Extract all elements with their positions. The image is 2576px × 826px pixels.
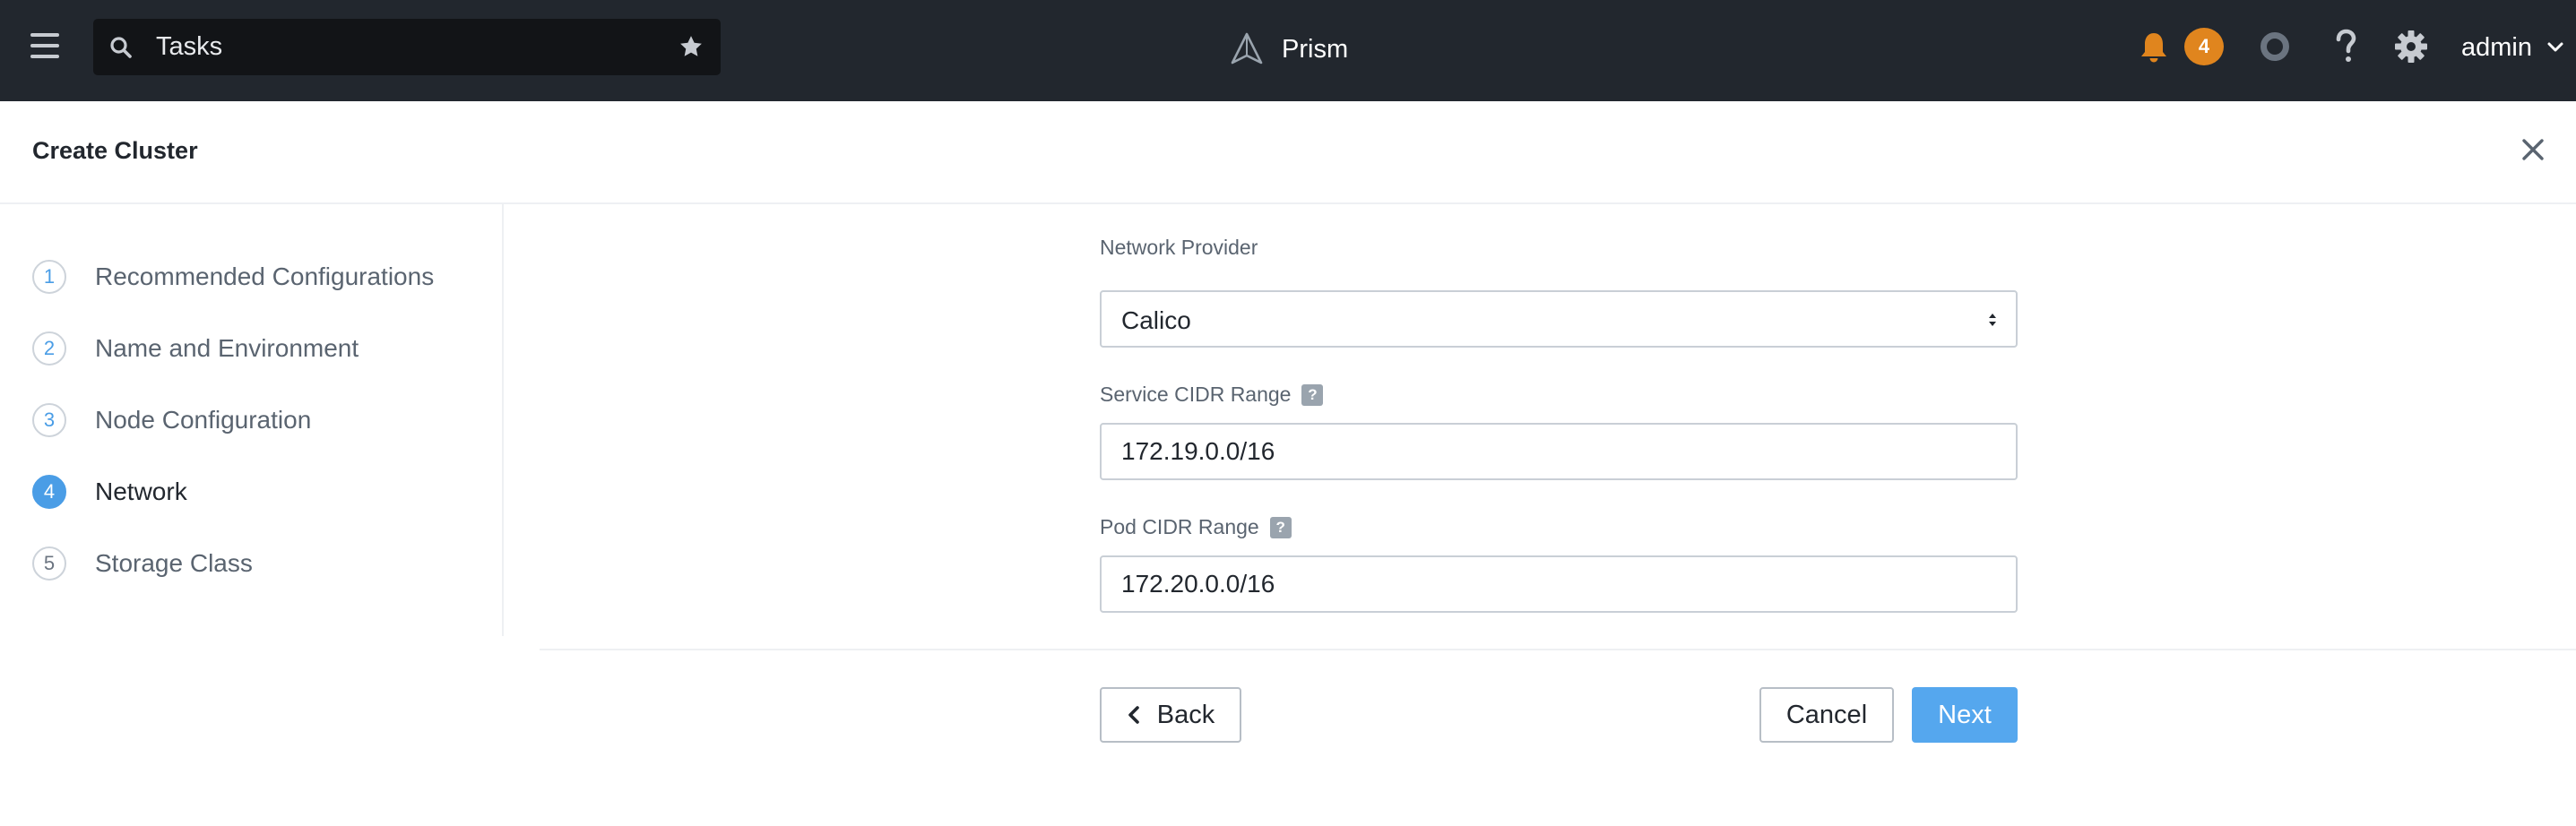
step-label: Name and Environment bbox=[95, 334, 359, 362]
user-menu[interactable]: admin bbox=[2461, 31, 2564, 64]
step-recommended-configurations[interactable]: 1 Recommended Configurations bbox=[32, 257, 434, 297]
cancel-button[interactable]: Cancel bbox=[1759, 687, 1894, 743]
pod-cidr-input[interactable] bbox=[1100, 555, 2018, 613]
step-number: 3 bbox=[32, 403, 66, 437]
service-cidr-label: Service CIDR Range ? bbox=[1100, 383, 1324, 407]
hamburger-menu-icon[interactable] bbox=[30, 33, 59, 60]
select-arrows-icon bbox=[1989, 314, 1996, 326]
step-number: 2 bbox=[32, 331, 66, 366]
step-node-configuration[interactable]: 3 Node Configuration bbox=[32, 400, 311, 440]
help-icon[interactable] bbox=[2330, 27, 2361, 66]
pod-cidr-label-text: Pod CIDR Range bbox=[1100, 515, 1259, 538]
footer-divider bbox=[540, 649, 2576, 650]
pod-cidr-label: Pod CIDR Range ? bbox=[1100, 515, 1292, 539]
step-storage-class[interactable]: 5 Storage Class bbox=[32, 544, 253, 583]
next-button[interactable]: Next bbox=[1912, 687, 2018, 743]
search-bar[interactable]: Tasks bbox=[93, 19, 721, 75]
back-button[interactable]: Back bbox=[1100, 687, 1241, 743]
step-number: 1 bbox=[32, 260, 66, 294]
star-icon[interactable] bbox=[678, 33, 705, 60]
next-button-label: Next bbox=[1938, 700, 1992, 729]
top-nav-bar: Tasks Prism 4 admin bbox=[0, 0, 2576, 101]
service-cidr-label-text: Service CIDR Range bbox=[1100, 383, 1292, 406]
back-button-label: Back bbox=[1156, 700, 1215, 729]
step-network[interactable]: 4 Network bbox=[32, 472, 187, 512]
step-label: Network bbox=[95, 478, 187, 505]
brand-name: Prism bbox=[1282, 34, 1349, 64]
step-label: Storage Class bbox=[95, 549, 253, 577]
step-label: Recommended Configurations bbox=[95, 262, 435, 290]
network-provider-value: Calico bbox=[1121, 306, 1191, 334]
notification-count-badge[interactable]: 4 bbox=[2184, 28, 2224, 65]
brand: Prism bbox=[1230, 27, 1348, 72]
close-icon[interactable] bbox=[2520, 137, 2546, 162]
bell-icon[interactable] bbox=[2138, 30, 2170, 65]
step-number: 4 bbox=[32, 475, 66, 509]
prism-logo-icon bbox=[1231, 32, 1263, 65]
user-name: admin bbox=[2461, 32, 2532, 62]
step-number: 5 bbox=[32, 546, 66, 581]
wizard-steps: 1 Recommended Configurations 2 Name and … bbox=[0, 204, 504, 636]
chevron-down-icon bbox=[2547, 42, 2563, 52]
step-name-and-environment[interactable]: 2 Name and Environment bbox=[32, 329, 359, 368]
search-icon bbox=[110, 37, 132, 58]
service-cidr-input[interactable] bbox=[1100, 423, 2018, 480]
search-input[interactable]: Tasks bbox=[156, 32, 222, 62]
network-provider-label-text: Network Provider bbox=[1100, 236, 1258, 259]
help-tooltip-icon[interactable]: ? bbox=[1301, 383, 1324, 406]
gear-icon[interactable] bbox=[2393, 29, 2429, 65]
dialog-title: Create Cluster bbox=[32, 137, 198, 164]
help-tooltip-icon[interactable]: ? bbox=[1269, 516, 1292, 538]
chevron-left-icon bbox=[1128, 706, 1139, 724]
health-status-icon[interactable] bbox=[2259, 30, 2291, 63]
step-label: Node Configuration bbox=[95, 406, 312, 434]
dialog-header: Create Cluster bbox=[0, 101, 2576, 204]
network-provider-label: Network Provider bbox=[1100, 236, 1258, 260]
cancel-button-label: Cancel bbox=[1785, 700, 1868, 729]
network-provider-select[interactable]: Calico bbox=[1100, 290, 2018, 348]
